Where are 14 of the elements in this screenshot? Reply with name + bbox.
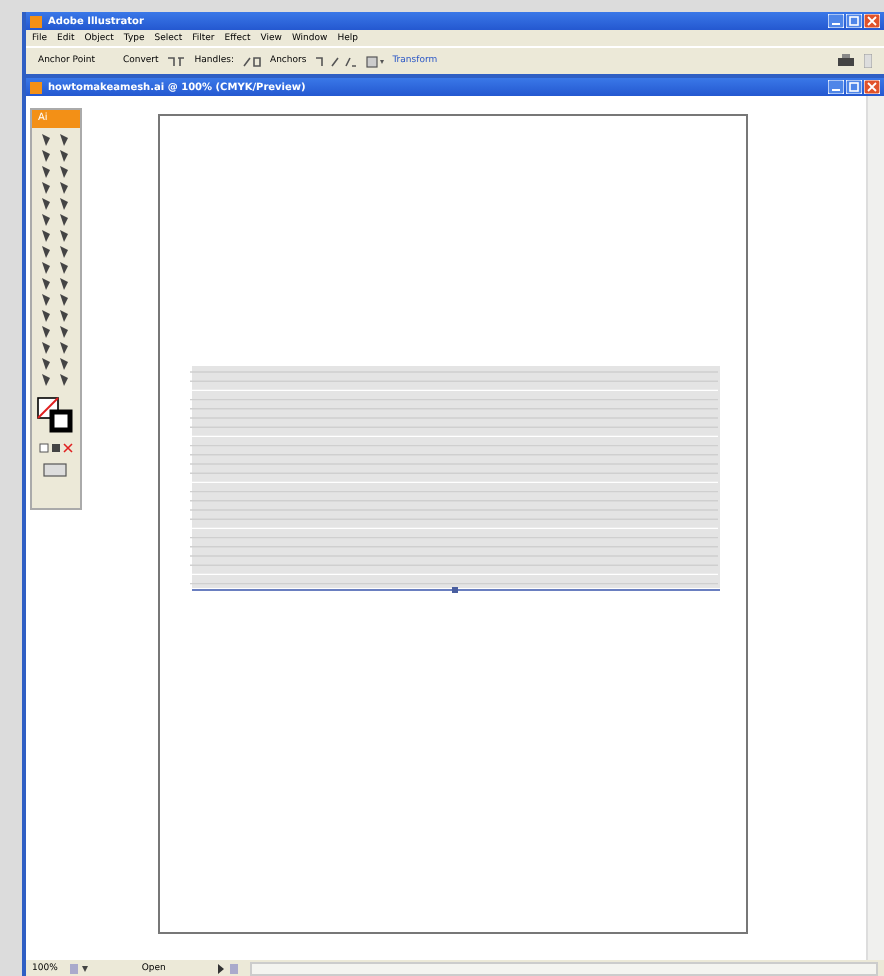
play-icon[interactable] bbox=[217, 963, 238, 973]
close-icon[interactable] bbox=[864, 14, 880, 28]
minimize-icon[interactable] bbox=[828, 14, 844, 28]
maximize-icon[interactable] bbox=[846, 14, 862, 28]
close-icon[interactable] bbox=[864, 80, 880, 94]
app-icon bbox=[30, 15, 42, 27]
document-icon bbox=[30, 81, 42, 93]
minimize-icon[interactable] bbox=[828, 80, 844, 94]
align-icon[interactable] bbox=[366, 55, 385, 67]
maximize-icon[interactable] bbox=[846, 80, 862, 94]
vertical-scrollbar[interactable] bbox=[866, 96, 884, 960]
printer-icon[interactable] bbox=[836, 54, 856, 68]
horizontal-scrollbar[interactable] bbox=[249, 961, 878, 975]
zoom-dropdown-icon[interactable] bbox=[69, 963, 90, 973]
